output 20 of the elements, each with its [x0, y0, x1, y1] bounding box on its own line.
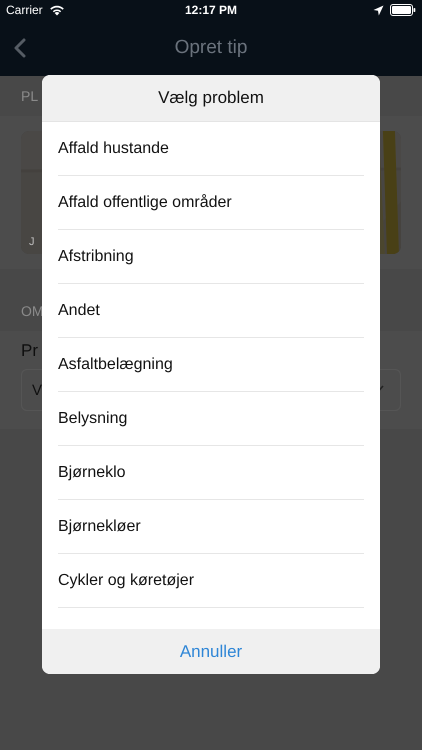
- option-item[interactable]: Bjørnekløer: [58, 500, 364, 554]
- back-icon[interactable]: [14, 38, 26, 58]
- map-label: J: [29, 236, 34, 248]
- section-header: PL: [21, 88, 38, 104]
- carrier-label: Carrier: [6, 3, 43, 17]
- field-label: Pr: [21, 341, 39, 361]
- wifi-icon: [48, 4, 65, 16]
- option-item[interactable]: Affald hustande: [58, 122, 364, 176]
- location-arrow-icon: [373, 4, 384, 16]
- option-item[interactable]: Bjørneklo: [58, 446, 364, 500]
- option-item[interactable]: Cykler og køretøjer: [58, 554, 364, 608]
- dialog-title: Vælg problem: [158, 88, 264, 108]
- option-item[interactable]: Andet: [58, 284, 364, 338]
- option-item[interactable]: Afstribning: [58, 230, 364, 284]
- battery-icon: [390, 4, 416, 16]
- option-item[interactable]: Affald offentlige områder: [58, 176, 364, 230]
- option-item[interactable]: Belysning: [58, 392, 364, 446]
- screen-title: Opret tip: [174, 37, 248, 59]
- option-item[interactable]: Asfaltbelægning: [58, 338, 364, 392]
- clock-label: 12:17 PM: [184, 3, 238, 17]
